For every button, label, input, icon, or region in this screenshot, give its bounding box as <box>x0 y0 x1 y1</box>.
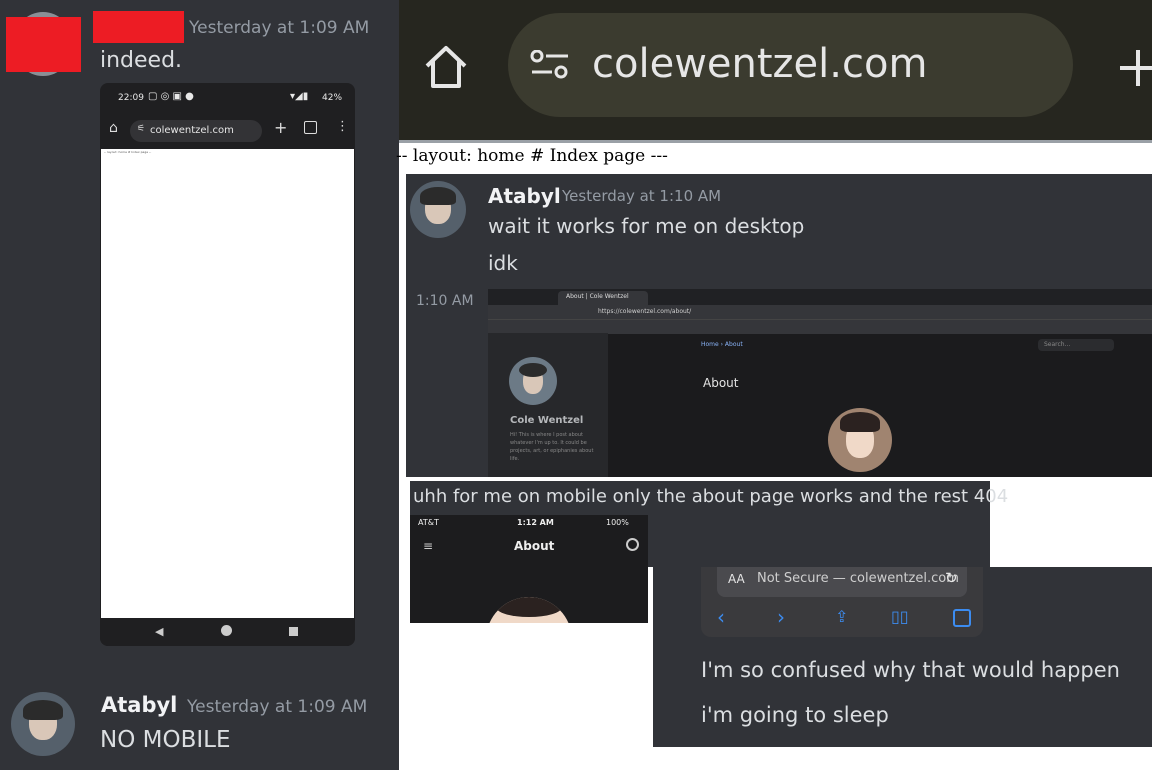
home-nav-icon[interactable] <box>221 625 232 636</box>
tab-title: About | Cole Wentzel <box>566 293 629 300</box>
message-timestamp: Yesterday at 1:09 AM <box>187 697 368 717</box>
safari-url-field[interactable]: AA Not Secure — colewentzel.com ↻ <box>717 567 967 597</box>
message-text: indeed. <box>100 48 183 73</box>
phone-page-text: -- layout: home # Index page -- <box>104 150 152 154</box>
tabs-icon[interactable] <box>304 121 317 134</box>
status-carrier: AT&T <box>418 518 439 527</box>
address-text: https://colewentzel.com/about/ <box>598 308 692 315</box>
search-icon[interactable] <box>626 538 639 551</box>
status-icons: ▢ ◎ ▣ ● <box>148 91 194 102</box>
iphone-screenshot[interactable]: AT&T 1:12 AM 100% ≡ About <box>410 515 648 623</box>
hamburger-icon[interactable]: ≡ <box>423 539 433 553</box>
browser-toolbar: colewentzel.com <box>399 0 1152 140</box>
toolbar-divider <box>399 140 1152 143</box>
status-time: 22:09 <box>118 93 144 103</box>
avatar[interactable] <box>11 692 75 756</box>
forward-icon[interactable]: › <box>777 605 785 629</box>
search-box[interactable]: Search... <box>1038 339 1114 351</box>
raw-page-text: -- layout: home # Index page --- <box>396 146 668 166</box>
back-nav-icon[interactable]: ◀ <box>155 625 163 638</box>
desktop-chat-panel: Atabyl Yesterday at 1:10 AM wait it work… <box>406 174 1152 477</box>
avatar <box>486 597 572 623</box>
message-text: idk <box>488 251 518 275</box>
message-text: wait it works for me on desktop <box>488 214 805 238</box>
safari-chat-panel: AA Not Secure — colewentzel.com ↻ ‹ › ⇪ … <box>653 567 1152 747</box>
tabs-icon[interactable] <box>953 609 971 627</box>
message-timestamp: Yesterday at 1:10 AM <box>562 187 722 205</box>
new-tab-icon[interactable]: + <box>274 118 287 137</box>
avatar-hair <box>23 700 63 720</box>
avatar <box>509 357 557 405</box>
site-settings-icon: ⚟ <box>137 124 146 134</box>
url-pill[interactable]: ⚟ colewentzel.com <box>130 120 262 142</box>
site-sidebar: Cole Wentzel Hi! This is where I post ab… <box>488 333 608 477</box>
home-icon[interactable] <box>421 42 471 90</box>
bookmarks-bar <box>488 319 1152 334</box>
message-text: NO MOBILE <box>100 727 231 753</box>
safari-bar: AA Not Secure — colewentzel.com ↻ ‹ › ⇪ … <box>701 567 983 637</box>
redacted-username <box>93 11 184 43</box>
desktop-screenshot[interactable]: About | Cole Wentzel https://colewentzel… <box>488 289 1152 477</box>
share-icon[interactable]: ⇪ <box>835 607 848 626</box>
message-text: I'm so confused why that would happen <box>701 658 1120 682</box>
phone-page: -- layout: home # Index page -- <box>101 149 354 618</box>
avatar <box>828 408 892 472</box>
avatar-hair <box>496 597 562 617</box>
avatar-hair <box>519 363 547 377</box>
browser-address-row: https://colewentzel.com/about/ <box>488 305 1152 319</box>
reload-icon[interactable]: ↻ <box>945 569 958 587</box>
site-settings-icon[interactable] <box>530 50 570 80</box>
phone-status-bar: 22:09 ▢ ◎ ▣ ● 42% ▾◢▮ <box>100 83 355 113</box>
phone-screenshot[interactable]: 22:09 ▢ ◎ ▣ ● 42% ▾◢▮ ⌂ ⚟ colewentzel.co… <box>100 83 355 646</box>
message-text: i'm going to sleep <box>701 703 889 727</box>
page-heading: About <box>703 376 739 390</box>
page-title: About <box>514 539 555 553</box>
url-bar[interactable]: colewentzel.com <box>508 13 1073 117</box>
message-timestamp: Yesterday at 1:09 AM <box>189 18 370 38</box>
avatar-hair <box>420 187 456 205</box>
avatar-hair <box>840 412 880 432</box>
redacted-avatar <box>6 17 81 72</box>
browser-tab-strip: About | Cole Wentzel <box>488 289 1152 305</box>
recents-nav-icon[interactable] <box>289 627 298 636</box>
phone-nav-bar: ◀ <box>100 618 355 646</box>
left-chat-panel: Yesterday at 1:09 AM indeed. 22:09 ▢ ◎ ▣… <box>0 0 399 770</box>
status-battery: 42% <box>322 93 343 103</box>
reader-aa-icon[interactable]: AA <box>728 572 745 586</box>
message-author[interactable]: Atabyl <box>101 693 177 717</box>
sidebar-name: Cole Wentzel <box>510 415 584 426</box>
browser-tab[interactable]: About | Cole Wentzel <box>558 291 648 305</box>
search-text: Search... <box>1044 341 1071 348</box>
back-icon[interactable]: ‹ <box>717 605 725 629</box>
status-battery: 100% <box>606 518 629 527</box>
message-author[interactable]: Atabyl <box>488 184 561 208</box>
url-text: colewentzel.com <box>150 125 234 136</box>
safari-url-text: Not Secure — colewentzel.com <box>757 571 959 586</box>
menu-icon[interactable]: ⋮ <box>336 119 349 134</box>
status-time: 1:12 AM <box>517 518 554 527</box>
new-tab-icon[interactable] <box>1118 48 1152 88</box>
phone-browser-bar: ⌂ ⚟ colewentzel.com + ⋮ <box>100 113 355 149</box>
url-text: colewentzel.com <box>592 41 928 87</box>
bookmarks-icon[interactable]: ▯▯ <box>891 607 909 626</box>
sidebar-blurb: Hi! This is where I post about whatever … <box>510 432 594 462</box>
home-icon[interactable]: ⌂ <box>109 120 118 136</box>
hover-timestamp: 1:10 AM <box>416 293 474 309</box>
signal-icon: ▾◢▮ <box>290 91 309 102</box>
message-text: uhh for me on mobile only the about page… <box>413 486 1009 507</box>
breadcrumb: Home › About <box>701 341 743 348</box>
avatar[interactable] <box>410 181 466 238</box>
